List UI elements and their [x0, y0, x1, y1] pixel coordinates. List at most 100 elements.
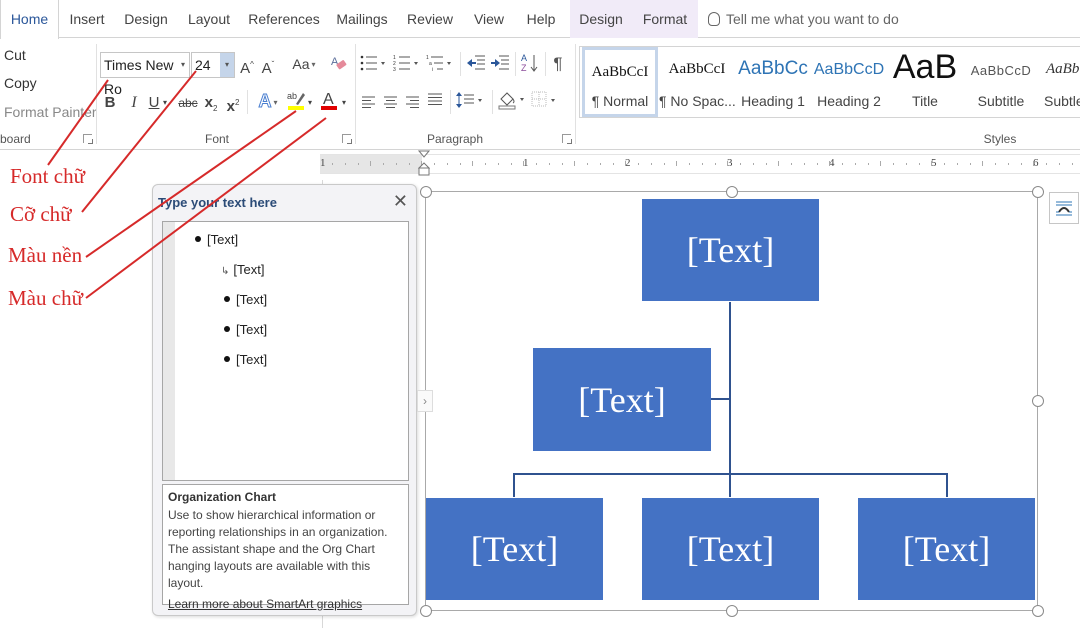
text-pane-list[interactable]: [Text] ↳ [Text] [Text] [Text] [Text]	[162, 221, 409, 481]
org-node-top[interactable]: [Text]	[642, 199, 819, 301]
list-item[interactable]: [Text]	[224, 292, 267, 307]
connector-bar	[513, 473, 947, 475]
style-subtitle[interactable]: AaBbCcD Subtitle	[963, 47, 1039, 117]
clipboard-dialog-launcher[interactable]	[83, 134, 93, 144]
tab-smartart-design[interactable]: Design	[570, 0, 632, 38]
text-effects-button[interactable]: A ▾	[255, 91, 281, 113]
font-color-button[interactable]: A	[319, 88, 339, 118]
grow-font-button[interactable]: A^	[240, 55, 254, 79]
highlight-dropdown[interactable]: ▾	[306, 93, 314, 113]
show-formatting-marks-button[interactable]: ¶	[550, 54, 566, 74]
resize-handle-top-right[interactable]	[1032, 186, 1044, 198]
underline-dropdown[interactable]: ▾	[161, 93, 169, 113]
copy-button[interactable]: Copy	[4, 75, 37, 91]
justify-button[interactable]	[427, 93, 443, 113]
font-size-combo[interactable]: 24 ▾	[191, 52, 235, 78]
horizontal-ruler[interactable]: 1 1 2 3 4 5 6	[320, 154, 1080, 174]
strikethrough-button[interactable]: abc	[177, 93, 199, 113]
shrink-font-button[interactable]: Aˇ	[261, 55, 275, 79]
borders-icon	[531, 91, 555, 107]
underline-button[interactable]: U	[147, 93, 161, 113]
font-group-label: Font	[204, 132, 229, 146]
tab-view[interactable]: View	[468, 0, 510, 38]
paragraph-dialog-launcher[interactable]	[562, 134, 572, 144]
style-title[interactable]: AaB Title	[887, 47, 963, 117]
style-heading-1[interactable]: AaBbCc Heading 1	[735, 47, 811, 117]
italic-button[interactable]: I	[127, 93, 141, 113]
style-subtle-emphasis[interactable]: AaBb Subtle	[1039, 47, 1080, 117]
ruler-tick	[446, 163, 448, 165]
resize-handle-bottom-right[interactable]	[1032, 605, 1044, 617]
ruler-tick	[701, 163, 703, 165]
change-case-button[interactable]: Aa ▾	[289, 54, 319, 75]
svg-text:A: A	[323, 91, 334, 108]
layout-options-button[interactable]	[1049, 192, 1079, 224]
increase-indent-button[interactable]	[490, 54, 510, 78]
bullets-button[interactable]	[360, 54, 388, 78]
tab-layout[interactable]: Layout	[182, 0, 236, 38]
ruler-tick	[778, 161, 780, 166]
highlight-color-button[interactable]: ab	[286, 88, 306, 118]
org-node-child[interactable]: [Text]	[426, 498, 603, 600]
subscript-button[interactable]: x2	[203, 93, 219, 119]
decrease-indent-button[interactable]	[466, 54, 486, 78]
bold-button[interactable]: B	[103, 93, 117, 113]
tell-me-search[interactable]: Tell me what you want to do	[708, 0, 899, 38]
ruler-tick	[995, 163, 996, 165]
align-right-button[interactable]	[405, 94, 421, 114]
tab-design[interactable]: Design	[118, 0, 174, 38]
org-node-child[interactable]: [Text]	[642, 498, 819, 600]
shading-button[interactable]	[498, 90, 528, 116]
align-center-button[interactable]	[383, 94, 399, 114]
group-separator	[515, 52, 516, 76]
font-name-combo[interactable]: Times New Ro ▾	[100, 52, 190, 97]
tab-insert[interactable]: Insert	[62, 0, 112, 38]
tab-mailings[interactable]: Mailings	[330, 0, 394, 38]
format-painter-button[interactable]: Format Painter	[4, 104, 97, 120]
learn-more-link[interactable]: Learn more about SmartArt graphics	[168, 597, 403, 611]
align-left-button[interactable]	[361, 94, 377, 114]
font-size-value: 24	[195, 57, 211, 73]
multilevel-list-button[interactable]: 1ai	[426, 54, 454, 78]
close-icon[interactable]: ✕	[393, 191, 408, 212]
ruler-tick	[408, 163, 410, 165]
ruler-tick	[829, 161, 831, 166]
style-normal[interactable]: AaBbCcI ¶ Normal	[582, 47, 658, 117]
superscript-button[interactable]: x2	[225, 93, 241, 117]
list-item[interactable]: [Text]	[195, 232, 238, 247]
list-item-assistant[interactable]: ↳ [Text]	[221, 262, 264, 277]
chevron-down-icon[interactable]: ▾	[177, 53, 189, 77]
resize-handle-bottom-left[interactable]	[420, 605, 432, 617]
resize-handle-top[interactable]	[726, 186, 738, 198]
tab-review[interactable]: Review	[402, 0, 458, 38]
line-spacing-button[interactable]	[456, 91, 486, 115]
styles-gallery: AaBbCcI ¶ Normal AaBbCcI ¶ No Spac... Aa…	[579, 46, 1080, 118]
resize-handle-right[interactable]	[1032, 395, 1044, 407]
font-dialog-launcher[interactable]	[342, 134, 352, 144]
font-color-dropdown[interactable]: ▾	[340, 93, 348, 113]
borders-button[interactable]	[531, 91, 561, 115]
ruler-tick	[472, 161, 474, 166]
style-name: Subtitle	[977, 93, 1025, 109]
org-node-child[interactable]: [Text]	[858, 498, 1035, 600]
text-pane-toggle[interactable]: ›	[417, 390, 433, 412]
numbering-button[interactable]: 123	[393, 54, 421, 78]
tab-smartart-format[interactable]: Format	[632, 0, 698, 38]
tab-home[interactable]: Home	[0, 0, 59, 39]
style-no-spacing[interactable]: AaBbCcI ¶ No Spac...	[659, 47, 735, 117]
tab-help[interactable]: Help	[520, 0, 562, 38]
chevron-down-icon[interactable]: ▾	[220, 53, 234, 77]
cut-button[interactable]: Cut	[4, 47, 26, 63]
indent-marker-icon[interactable]	[418, 150, 430, 180]
clear-formatting-button[interactable]: A	[329, 53, 349, 79]
resize-handle-bottom[interactable]	[726, 605, 738, 617]
tab-references[interactable]: References	[246, 0, 322, 38]
list-item[interactable]: [Text]	[224, 322, 267, 337]
list-item[interactable]: [Text]	[224, 352, 267, 367]
resize-handle-top-left[interactable]	[420, 186, 432, 198]
sort-button[interactable]: AZ	[520, 52, 540, 80]
ruler-tick	[867, 163, 869, 165]
line-spacing-icon	[456, 92, 482, 108]
style-heading-2[interactable]: AaBbCcD Heading 2	[811, 47, 887, 117]
org-node-assistant[interactable]: [Text]	[533, 348, 711, 451]
